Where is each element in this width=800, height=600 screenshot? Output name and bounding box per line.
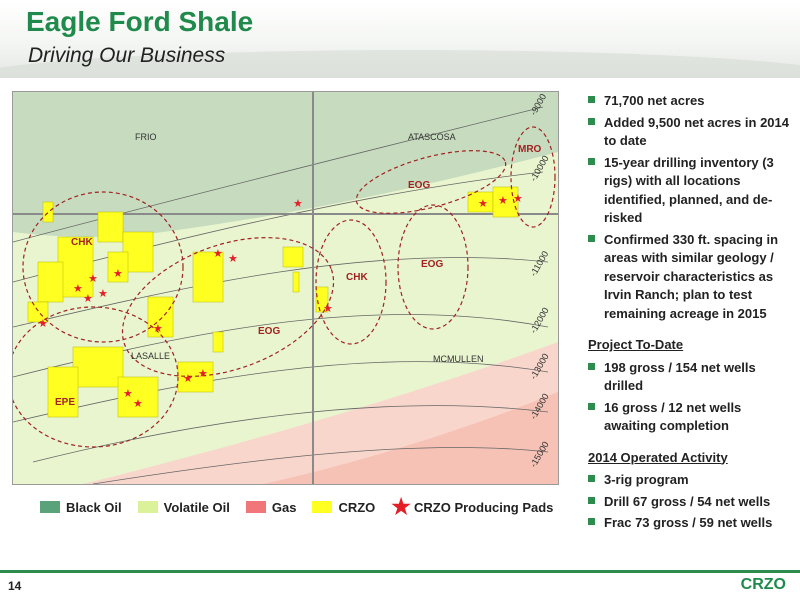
bullet-icon bbox=[588, 362, 595, 370]
legend-gas: Gas bbox=[245, 499, 297, 515]
activity-list: 3-rig program Drill 67 gross / 54 net we… bbox=[588, 471, 793, 533]
summary-bullets: 71,700 net acres Added 9,500 net acres i… bbox=[588, 92, 793, 323]
operator-label-chk-west: CHK bbox=[71, 237, 93, 248]
pad-marker: ★ bbox=[513, 193, 523, 205]
county-label-atascosa: ATASCOSA bbox=[408, 132, 456, 142]
bullet-icon bbox=[588, 96, 595, 103]
bullet-icon bbox=[588, 234, 595, 242]
legend-swatch-black-oil bbox=[40, 501, 60, 513]
county-label-mcmullen: MCMULLEN bbox=[433, 354, 484, 364]
operator-label-chk-east: CHK bbox=[346, 272, 368, 283]
page-subtitle: Driving Our Business bbox=[28, 44, 226, 67]
pad-marker: ★ bbox=[153, 323, 163, 335]
list-item: 3-rig program bbox=[588, 471, 793, 490]
pad-marker: ★ bbox=[198, 368, 208, 380]
bullet-text: Frac 73 gross / 59 net wells bbox=[604, 515, 773, 530]
pad-marker: ★ bbox=[133, 398, 143, 410]
pad-marker: ★ bbox=[88, 273, 98, 285]
legend-label-volatile-oil: Volatile Oil bbox=[163, 499, 230, 515]
legend-pads: ★ CRZO Producing Pads bbox=[391, 494, 554, 519]
eagle-ford-map: ★ ★ ★ ★ ★ ★ ★ ★ ★ ★ ★ ★ ★ ★ ★ ★ ★ ★ FRIO… bbox=[12, 91, 559, 485]
legend-black-oil: Black Oil bbox=[40, 500, 122, 515]
pad-marker: ★ bbox=[83, 293, 93, 305]
project-list: 198 gross / 154 net wells drilled 16 gro… bbox=[588, 359, 793, 436]
pad-marker: ★ bbox=[183, 373, 193, 385]
bullet-text: Drill 67 gross / 54 net wells bbox=[604, 493, 771, 509]
summary-panel: 71,700 net acres Added 9,500 net acres i… bbox=[588, 92, 793, 536]
bullet-icon bbox=[588, 157, 595, 165]
legend-label-gas: Gas bbox=[271, 499, 297, 515]
list-item: Added 9,500 net acres in 2014 to date bbox=[588, 114, 793, 151]
bullet-text: 71,700 net acres bbox=[604, 93, 705, 108]
bullet-text: 16 gross / 12 net wells awaiting complet… bbox=[604, 399, 742, 434]
pad-marker: ★ bbox=[38, 318, 48, 330]
bullet-text: 198 gross / 154 net wells drilled bbox=[604, 359, 756, 394]
list-item: Frac 73 gross / 59 net wells bbox=[588, 514, 793, 533]
pad-marker: ★ bbox=[323, 303, 333, 315]
page-title: Eagle Ford Shale bbox=[26, 6, 254, 37]
list-item: Drill 67 gross / 54 net wells bbox=[588, 493, 793, 512]
list-item: 198 gross / 154 net wells drilled bbox=[588, 359, 793, 396]
star-icon: ★ bbox=[391, 494, 412, 519]
activity-heading: 2014 Operated Activity bbox=[588, 449, 728, 465]
operator-label-epe: EPE bbox=[55, 397, 75, 408]
bullet-text: Added 9,500 net acres in 2014 to date bbox=[604, 114, 789, 149]
pad-marker: ★ bbox=[123, 388, 133, 400]
bullet-text: 15-year drilling inventory (3 rigs) with… bbox=[604, 154, 774, 226]
bullet-icon bbox=[588, 402, 595, 410]
footer-divider bbox=[0, 570, 800, 573]
legend-swatch-gas bbox=[245, 501, 266, 513]
legend-swatch-crzo bbox=[312, 501, 333, 513]
legend-label-crzo: CRZO bbox=[338, 499, 376, 515]
operator-label-eog-central: EOG bbox=[258, 326, 280, 337]
legend-label-pads: CRZO Producing Pads bbox=[414, 499, 554, 515]
legend-swatch-volatile-oil bbox=[137, 501, 158, 513]
company-logo: CRZO bbox=[740, 576, 786, 593]
list-item: 15-year drilling inventory (3 rigs) with… bbox=[588, 154, 793, 228]
county-label-frio: FRIO bbox=[135, 132, 157, 142]
bullet-icon bbox=[588, 117, 595, 125]
legend-crzo: CRZO bbox=[312, 500, 375, 515]
pad-marker: ★ bbox=[498, 195, 508, 207]
bullet-icon bbox=[588, 518, 595, 525]
operator-label-mro: MRO bbox=[518, 144, 542, 155]
pad-marker: ★ bbox=[113, 268, 123, 280]
list-item: 71,700 net acres bbox=[588, 92, 793, 111]
pad-marker: ★ bbox=[73, 283, 83, 295]
pad-marker: ★ bbox=[213, 248, 223, 260]
map-svg: ★ ★ ★ ★ ★ ★ ★ ★ ★ ★ ★ ★ ★ ★ ★ ★ ★ ★ FRIO… bbox=[13, 92, 558, 484]
list-item: 16 gross / 12 net wells awaiting complet… bbox=[588, 399, 793, 436]
legend-volatile-oil: Volatile Oil bbox=[137, 499, 230, 515]
pad-marker: ★ bbox=[98, 288, 108, 300]
legend-label-black-oil: Black Oil bbox=[66, 499, 122, 515]
bullet-icon bbox=[588, 475, 595, 482]
header-banner: Eagle Ford Shale Driving Our Business bbox=[0, 0, 800, 78]
bullet-text: Confirmed 330 ft. spacing in areas with … bbox=[604, 231, 779, 321]
project-heading: Project To-Date bbox=[588, 337, 684, 352]
pad-marker: ★ bbox=[293, 198, 303, 210]
pad-marker: ★ bbox=[478, 198, 488, 210]
county-label-lasalle: LASALLE bbox=[131, 351, 170, 361]
map-legend: Black Oil Volatile Oil Gas CRZO ★ CRZO P… bbox=[40, 494, 569, 519]
operator-label-eog-north: EOG bbox=[408, 180, 430, 191]
page-number: 14 bbox=[8, 579, 22, 593]
operator-label-eog-east: EOG bbox=[421, 259, 443, 270]
bullet-icon bbox=[588, 496, 595, 504]
bullet-text: 3-rig program bbox=[604, 472, 689, 487]
list-item: Confirmed 330 ft. spacing in areas with … bbox=[588, 231, 793, 324]
pad-marker: ★ bbox=[228, 253, 238, 265]
